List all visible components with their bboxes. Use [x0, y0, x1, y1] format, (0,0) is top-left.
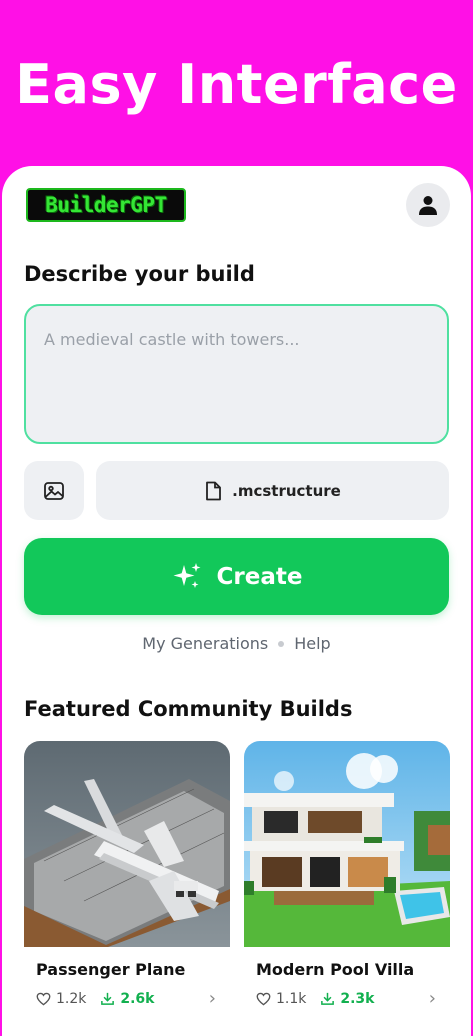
profile-button[interactable]	[406, 183, 450, 227]
downloads-stat[interactable]: 2.6k	[100, 990, 155, 1007]
build-stats: 1.2k 2.6k ›	[36, 988, 216, 1009]
sparkles-icon	[173, 562, 201, 588]
prompt-box	[24, 304, 449, 444]
promo-title: Easy Interface	[15, 53, 458, 116]
describe-heading: Describe your build	[24, 262, 255, 286]
logo-text: BuilderGPT	[45, 193, 167, 217]
build-name: Modern Pool Villa	[256, 960, 415, 979]
build-description-input[interactable]	[26, 306, 447, 442]
downloads-count: 2.6k	[120, 990, 155, 1007]
downloads-count: 2.3k	[340, 990, 375, 1007]
separator-dot	[278, 640, 285, 647]
app-logo: BuilderGPT	[26, 188, 186, 222]
secondary-links: My Generations Help	[0, 634, 473, 653]
build-card[interactable]: Modern Pool Villa 1.1k 2.3k ›	[244, 741, 450, 1009]
likes-stat[interactable]: 1.1k	[256, 991, 306, 1007]
downloads-stat[interactable]: 2.3k	[320, 990, 375, 1007]
chevron-right-icon[interactable]: ›	[429, 988, 436, 1009]
heart-icon	[36, 992, 51, 1005]
build-card[interactable]: Passenger Plane 1.2k 2.6k ›	[24, 741, 230, 1009]
my-generations-link[interactable]: My Generations	[142, 634, 268, 653]
format-selector-button[interactable]: .mcstructure	[96, 461, 449, 520]
build-thumbnail-villa	[244, 741, 450, 947]
heart-icon	[256, 992, 271, 1005]
image-icon	[44, 481, 64, 500]
likes-count: 1.2k	[56, 990, 87, 1007]
likes-count: 1.1k	[276, 990, 307, 1007]
chevron-right-icon[interactable]: ›	[209, 988, 216, 1009]
build-name: Passenger Plane	[36, 960, 186, 979]
build-thumbnail-plane	[24, 741, 230, 947]
create-button[interactable]: Create	[24, 538, 449, 615]
create-label: Create	[216, 563, 303, 590]
download-icon	[321, 992, 335, 1005]
format-label: .mcstructure	[232, 481, 341, 500]
file-icon	[206, 481, 222, 500]
user-icon	[419, 196, 437, 215]
help-link[interactable]: Help	[294, 634, 330, 653]
featured-heading: Featured Community Builds	[24, 697, 353, 721]
download-icon	[101, 992, 115, 1005]
likes-stat[interactable]: 1.2k	[36, 991, 86, 1007]
build-stats: 1.1k 2.3k ›	[256, 988, 436, 1009]
attach-image-button[interactable]	[24, 461, 84, 520]
